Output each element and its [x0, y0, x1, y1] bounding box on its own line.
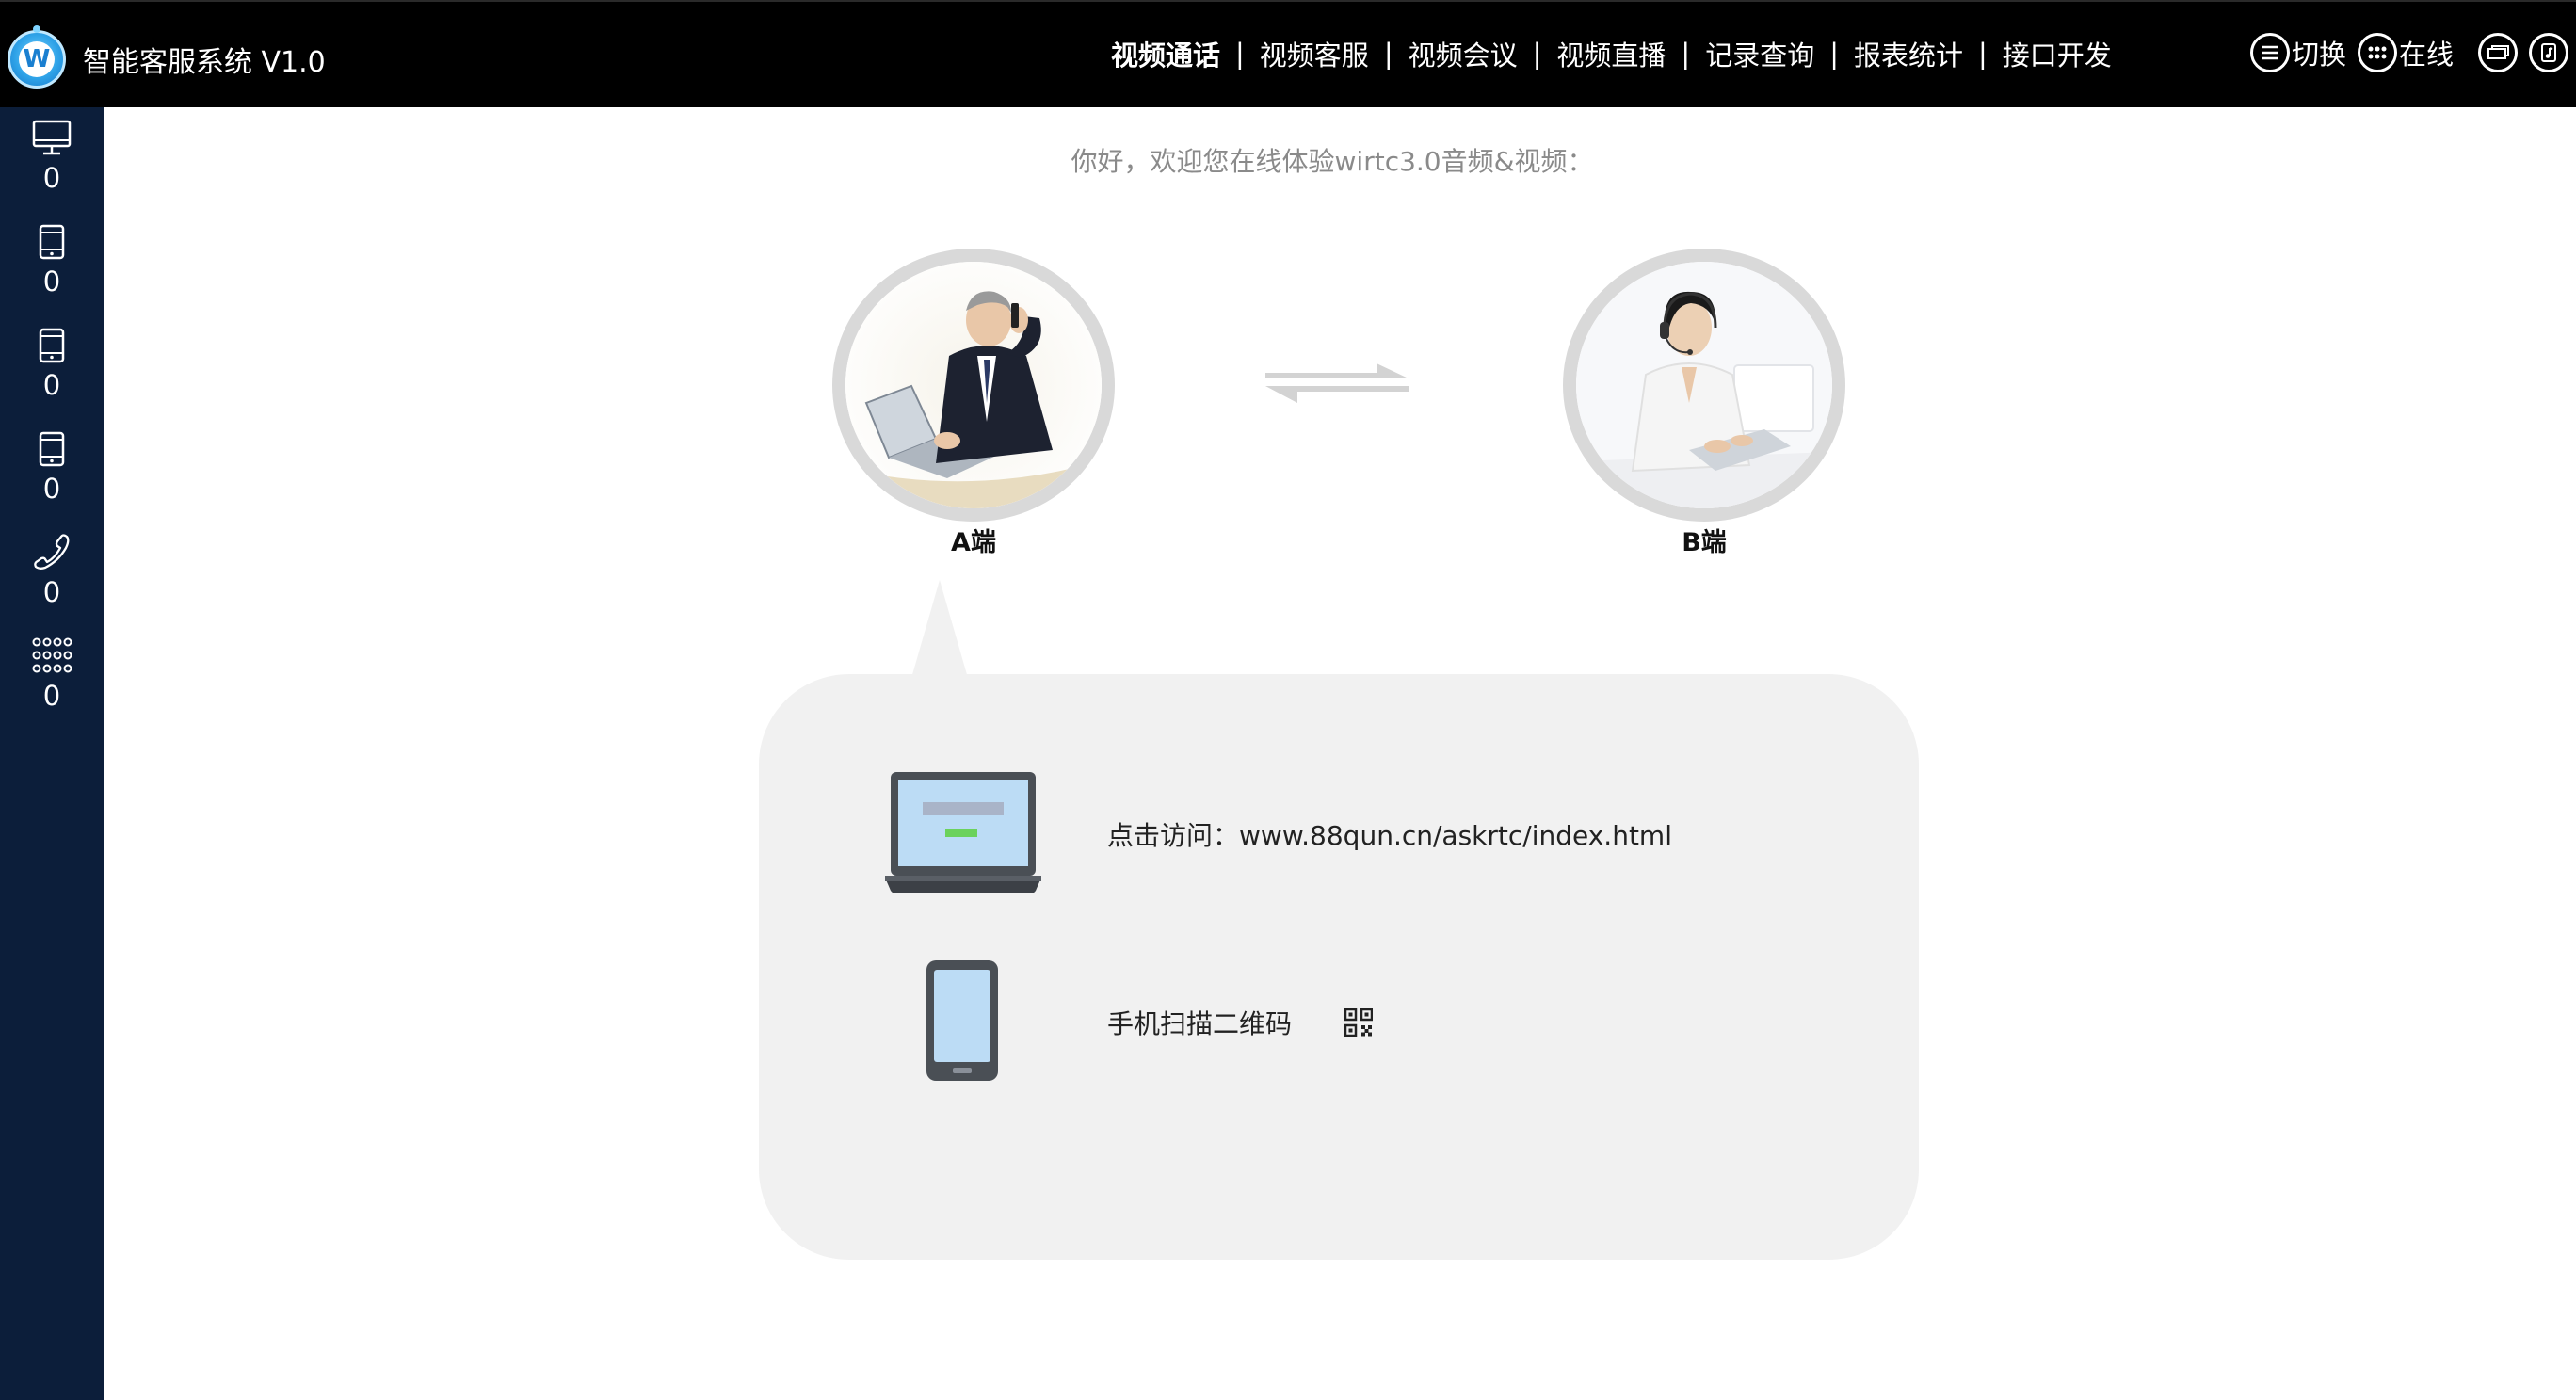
tablet-icon [0, 426, 104, 467]
window-button[interactable] [2478, 33, 2519, 72]
music-button[interactable] [2529, 33, 2569, 72]
switch-button[interactable]: 切换 [2250, 33, 2346, 72]
nav-separator: | [1383, 38, 1393, 70]
dialpad-icon [0, 633, 104, 674]
sidebar-item-desktop[interactable]: 0 [0, 115, 104, 194]
sidebar-count: 0 [42, 162, 61, 194]
monitor-icon [0, 115, 104, 156]
nav-api-dev[interactable]: 接口开发 [2003, 34, 2112, 73]
party-b-label: B端 [1682, 528, 1727, 557]
nav-separator: | [1681, 38, 1691, 70]
nav-separator: | [1829, 38, 1839, 70]
party-b-avatar [1563, 249, 1845, 522]
laptop-icon [885, 770, 1041, 898]
tablet-icon [0, 218, 104, 260]
sidebar: 0 0 0 0 0 0 [0, 107, 104, 1400]
welcome-text: 你好，欢迎您在线体验wirtc3.0音频&视频： [1071, 146, 1594, 177]
mobile-phone-icon [925, 958, 1000, 1086]
music-note-icon [2529, 33, 2569, 72]
nav-video-meeting[interactable]: 视频会议 [1409, 34, 1518, 73]
dots-grid-icon [2358, 33, 2398, 72]
nav-separator: | [1235, 38, 1245, 70]
nav-video-live[interactable]: 视频直播 [1556, 34, 1666, 73]
sidebar-count: 0 [42, 473, 61, 505]
window-icon [2478, 33, 2519, 72]
sidebar-item-phone[interactable]: 0 [0, 529, 104, 608]
sidebar-count: 0 [42, 680, 61, 712]
visit-url-link[interactable]: www.88qun.cn/askrtc/index.html [1239, 820, 1672, 851]
nav-records[interactable]: 记录查询 [1705, 34, 1814, 73]
scan-label: 手机扫描二维码 [1107, 1008, 1293, 1039]
logo-antenna [33, 25, 40, 33]
top-nav: 视频通话 | 视频客服 | 视频会议 | 视频直播 | 记录查询 | 报表统计 … [1111, 34, 2112, 73]
switch-label: 切换 [2292, 39, 2347, 71]
tablet-icon [0, 322, 104, 363]
nav-separator: | [1978, 38, 1988, 70]
menu-lines-icon [2250, 33, 2290, 72]
sidebar-count: 0 [42, 369, 61, 401]
bubble-tail [911, 580, 968, 678]
sidebar-item-tablet-2[interactable]: 0 [0, 322, 104, 401]
app-title: 智能客服系统 V1.0 [83, 46, 326, 79]
agent-headset-avatar [1576, 262, 1832, 508]
top-actions: 切换 在线 [2250, 33, 2576, 72]
sidebar-item-tablet-3[interactable]: 0 [0, 426, 104, 505]
businessman-phone-avatar [845, 262, 1102, 508]
party-a-label: A端 [951, 528, 996, 557]
party-a-avatar [832, 249, 1115, 522]
top-bar: W 智能客服系统 V1.0 视频通话 | 视频客服 | 视频会议 | 视频直播 … [0, 0, 2576, 107]
logo-letter: W [19, 41, 55, 77]
qr-code-icon[interactable] [1344, 1008, 1374, 1037]
brand: W 智能客服系统 V1.0 [8, 25, 326, 89]
visit-row: 点击访问：www.88qun.cn/askrtc/index.html [1107, 815, 1672, 853]
sidebar-count: 0 [42, 266, 61, 298]
nav-video-call[interactable]: 视频通话 [1111, 34, 1220, 73]
phone-handset-icon [0, 529, 104, 571]
nav-video-service[interactable]: 视频客服 [1260, 34, 1369, 73]
online-label: 在线 [2399, 39, 2455, 71]
sidebar-item-tablet-1[interactable]: 0 [0, 218, 104, 298]
visit-label: 点击访问： [1107, 820, 1240, 851]
swap-arrows-icon [1262, 350, 1412, 420]
scan-row: 手机扫描二维码 [1107, 1004, 1374, 1041]
online-status-button[interactable]: 在线 [2358, 33, 2454, 72]
nav-separator: | [1532, 38, 1542, 70]
app-logo: W [8, 25, 66, 89]
sidebar-count: 0 [42, 576, 61, 608]
sidebar-item-dialpad[interactable]: 0 [0, 633, 104, 712]
nav-reports[interactable]: 报表统计 [1854, 34, 1963, 73]
